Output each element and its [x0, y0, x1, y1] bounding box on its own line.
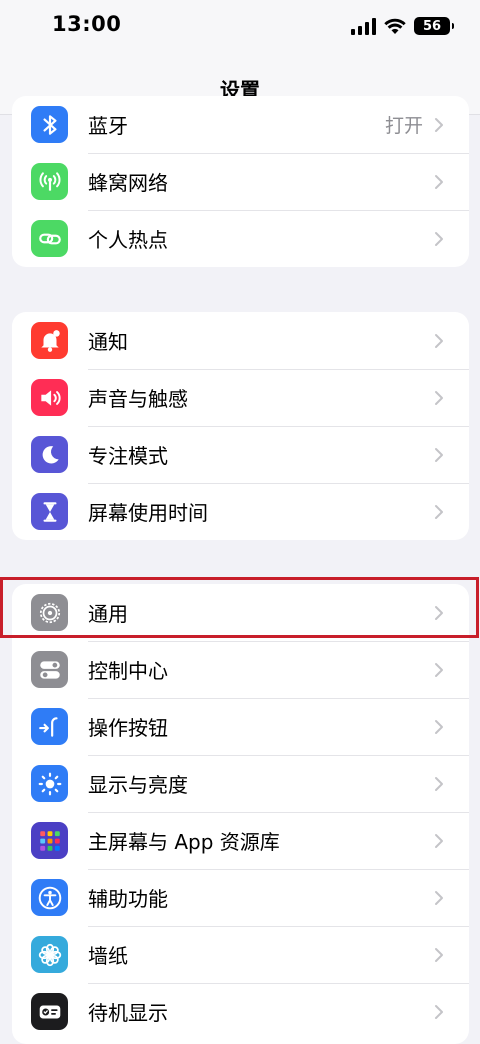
chevron-right-icon	[429, 388, 449, 408]
settings-group-general: 通用 控制中心 操作按钮 显示与亮度 主屏幕与 App 资源库 辅助功能 墙纸 …	[12, 584, 469, 1044]
chevron-right-icon	[429, 888, 449, 908]
sun-icon	[31, 765, 68, 802]
link-icon	[31, 220, 68, 257]
settings-row-label: 通知	[88, 330, 128, 354]
chevron-right-icon	[429, 831, 449, 851]
settings-row-general[interactable]: 通用	[12, 584, 469, 641]
settings-row-focus[interactable]: 专注模式	[12, 426, 469, 483]
chevron-right-icon	[429, 445, 449, 465]
settings-group-connectivity: 蓝牙 打开 蜂窝网络 个人热点	[12, 96, 469, 267]
chevron-right-icon	[429, 774, 449, 794]
toggles-icon	[31, 651, 68, 688]
gear-icon	[31, 594, 68, 631]
settings-row-notifications[interactable]: 通知	[12, 312, 469, 369]
settings-row-display-brightness[interactable]: 显示与亮度	[12, 755, 469, 812]
action-button-icon	[31, 708, 68, 745]
wifi-icon	[384, 18, 406, 34]
chevron-right-icon	[429, 331, 449, 351]
settings-row-screen-time[interactable]: 屏幕使用时间	[12, 483, 469, 540]
settings-row-cellular[interactable]: 蜂窝网络	[12, 153, 469, 210]
settings-row-label: 蓝牙	[88, 114, 128, 138]
settings-row-hotspot[interactable]: 个人热点	[12, 210, 469, 267]
chevron-right-icon	[429, 603, 449, 623]
chevron-right-icon	[429, 660, 449, 680]
settings-row-label: 墙纸	[88, 944, 128, 968]
accessibility-icon	[31, 879, 68, 916]
settings-row-control-center[interactable]: 控制中心	[12, 641, 469, 698]
chevron-right-icon	[429, 717, 449, 737]
app-grid-icon	[31, 822, 68, 859]
settings-row-standby[interactable]: 待机显示	[12, 983, 469, 1040]
status-time: 13:00	[52, 12, 122, 36]
status-bar: 13:00 56	[0, 0, 480, 56]
chevron-right-icon	[429, 502, 449, 522]
battery-icon: 56	[414, 17, 454, 35]
settings-row-label: 屏幕使用时间	[88, 501, 208, 525]
chevron-right-icon	[429, 115, 449, 135]
settings-row-label: 蜂窝网络	[88, 171, 168, 195]
settings-row-label: 声音与触感	[88, 387, 188, 411]
hourglass-icon	[31, 493, 68, 530]
settings-row-label: 控制中心	[88, 659, 168, 683]
settings-row-label: 待机显示	[88, 1001, 168, 1025]
antenna-icon	[31, 163, 68, 200]
bell-icon	[31, 322, 68, 359]
chevron-right-icon	[429, 1002, 449, 1022]
speaker-icon	[31, 379, 68, 416]
status-icons: 56	[351, 14, 454, 38]
chevron-right-icon	[429, 172, 449, 192]
settings-group-notifications: 通知 声音与触感 专注模式 屏幕使用时间	[12, 312, 469, 540]
chevron-right-icon	[429, 945, 449, 965]
settings-row-value: 打开	[384, 115, 423, 137]
chevron-right-icon	[429, 229, 449, 249]
settings-row-label: 个人热点	[88, 228, 168, 252]
settings-row-accessibility[interactable]: 辅助功能	[12, 869, 469, 926]
settings-row-action-button[interactable]: 操作按钮	[12, 698, 469, 755]
settings-row-wallpaper[interactable]: 墙纸	[12, 926, 469, 983]
standby-icon	[31, 993, 68, 1030]
flower-icon	[31, 936, 68, 973]
settings-row-label: 辅助功能	[88, 887, 168, 911]
settings-row-label: 操作按钮	[88, 716, 168, 740]
settings-row-label: 主屏幕与 App 资源库	[88, 830, 280, 854]
bluetooth-icon	[31, 106, 68, 143]
settings-row-label: 显示与亮度	[88, 773, 188, 797]
settings-row-label: 专注模式	[88, 444, 168, 468]
settings-row-home-screen[interactable]: 主屏幕与 App 资源库	[12, 812, 469, 869]
cellular-signal-icon	[351, 17, 376, 35]
settings-row-bluetooth[interactable]: 蓝牙 打开	[12, 96, 469, 153]
settings-row-sounds[interactable]: 声音与触感	[12, 369, 469, 426]
settings-row-label: 通用	[88, 602, 128, 626]
moon-icon	[31, 436, 68, 473]
